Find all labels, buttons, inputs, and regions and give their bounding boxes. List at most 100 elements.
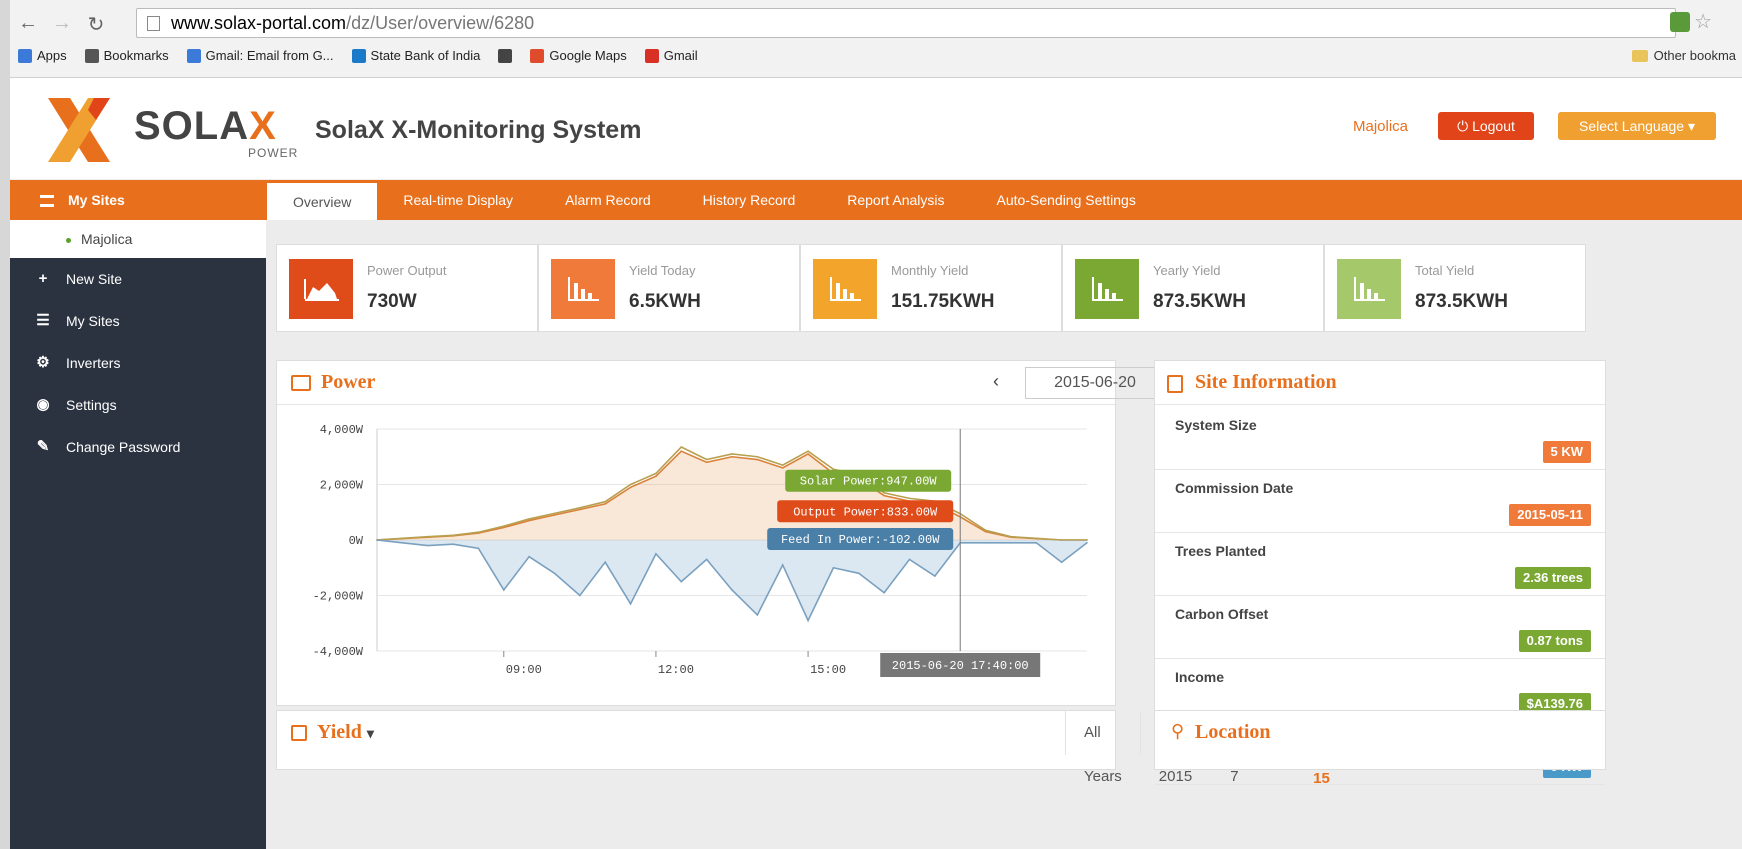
- url-host: www.solax-portal.com: [171, 13, 347, 33]
- site-info-label: Trees Planted: [1175, 543, 1267, 559]
- data-point: [502, 589, 505, 591]
- data-point: [426, 544, 429, 547]
- bar-chart-icon: [291, 725, 307, 741]
- data-point: [629, 483, 632, 486]
- bookmark-item[interactable]: Bookmarks: [84, 48, 169, 63]
- bookmark-item[interactable]: Gmail: Email from G...: [186, 48, 334, 63]
- other-bookmarks-label: Other bookma: [1653, 48, 1736, 63]
- list-icon: [40, 195, 54, 208]
- sidebar-item-change-password[interactable]: ✎ Change Password: [10, 426, 266, 468]
- yield-tab[interactable]: All Years: [1065, 711, 1140, 785]
- sidebar-item-inverters[interactable]: ⚙ Inverters: [10, 342, 266, 384]
- data-point: [680, 446, 683, 448]
- yield-title[interactable]: Yield ▾: [317, 721, 374, 744]
- tooltip-output: Output Power:833.00W: [777, 500, 954, 523]
- sidebar-item-label: New Site: [66, 271, 123, 287]
- data-point: [984, 541, 987, 544]
- tab-real-time-display[interactable]: Real-time Display: [377, 180, 539, 220]
- data-point: [1035, 541, 1038, 544]
- data-point: [502, 525, 505, 527]
- data-point: [426, 535, 429, 538]
- bar-glyph: [1092, 277, 1123, 301]
- summary-card-total-yield: Total Yield 873.5KWH: [1324, 244, 1586, 332]
- data-point: [1010, 535, 1012, 538]
- bookmark-icon: [84, 48, 99, 63]
- tooltip-text: Output Power:833.00W: [793, 505, 938, 519]
- reload-icon[interactable]: ↻: [86, 12, 106, 37]
- bookmark-item[interactable]: Gmail: [644, 48, 698, 63]
- bookmark-item[interactable]: Apps: [18, 48, 67, 63]
- data-point: [984, 529, 987, 532]
- forward-arrow-icon[interactable]: →: [52, 12, 72, 37]
- sidebar-item-my-sites[interactable]: ☰ My Sites: [10, 300, 266, 342]
- chart-icon: [291, 375, 311, 391]
- bar-chart-icon: [813, 259, 877, 319]
- site-info-label: Carbon Offset: [1175, 606, 1269, 622]
- bookmark-item[interactable]: [498, 48, 513, 63]
- my-sites-header[interactable]: My Sites: [10, 180, 266, 220]
- site-info-title: Site Information: [1195, 371, 1337, 393]
- data-point: [857, 572, 860, 575]
- prev-date-button[interactable]: ‹: [993, 371, 999, 392]
- data-point: [705, 458, 708, 461]
- star-icon[interactable]: ☆: [1694, 12, 1712, 32]
- bookmark-icon: [530, 48, 545, 63]
- data-point: [528, 518, 530, 520]
- extension-icon[interactable]: [1670, 12, 1691, 32]
- solax-logo: SOLAX POWER: [48, 98, 297, 162]
- tab-alarm-record[interactable]: Alarm Record: [539, 180, 677, 220]
- bookmark-icon: [18, 48, 32, 63]
- tab-overview[interactable]: Overview: [267, 180, 378, 220]
- card-label: Monthly Yield: [891, 263, 969, 278]
- date-picker[interactable]: 2015-06-20: [1025, 367, 1165, 399]
- yield-title-text: Yield: [317, 721, 362, 743]
- yield-panel: Yield ▾ All YearsYear: 2015Month: 7Day: …: [276, 710, 1364, 787]
- summary-card-power-output: Power Output 730W: [276, 244, 538, 332]
- data-point: [934, 575, 936, 577]
- back-arrow-icon[interactable]: ←: [18, 12, 38, 37]
- sidebar-item-new-site[interactable]: + New Site: [10, 258, 266, 300]
- tab-report-analysis[interactable]: Report Analysis: [821, 180, 970, 220]
- bookmark-item[interactable]: Google Maps: [530, 48, 627, 63]
- bullet-icon: [66, 237, 71, 243]
- app-title: SolaX X-Monitoring System: [315, 116, 642, 144]
- card-label: Yearly Yield: [1153, 263, 1221, 278]
- series-area: [377, 540, 1087, 621]
- site-info-value: 0.87 tons: [1518, 630, 1591, 652]
- y-tick-label: 4,000W: [320, 423, 364, 437]
- url-path: /dz/User/overview/6280: [346, 13, 535, 33]
- logout-button[interactable]: ⏻ Logout: [1438, 112, 1534, 140]
- tab-history-record[interactable]: History Record: [677, 180, 822, 220]
- site-info-value: 5 KW: [1542, 441, 1591, 463]
- y-tick-label: 2,000W: [320, 479, 364, 493]
- x-tick-label: 12:00: [658, 663, 694, 677]
- address-bar[interactable]: www.solax-portal.com/dz/User/overview/62…: [136, 8, 1676, 38]
- bookmark-item[interactable]: State Bank of India: [351, 48, 480, 63]
- browser-nav: ← → ↻: [18, 12, 106, 37]
- data-point: [401, 541, 404, 544]
- sidebar-item-label: My Sites: [66, 313, 120, 329]
- user-name-link[interactable]: Majolica: [1353, 118, 1408, 135]
- card-label: Total Yield: [1415, 263, 1475, 278]
- other-bookmarks[interactable]: Other bookma: [1631, 48, 1736, 63]
- power-chart[interactable]: 4,000W 2,000W 0W -2,000W -4,000W 09:00 12:00 15…: [277, 407, 1115, 707]
- tab-auto-sending-settings[interactable]: Auto-Sending Settings: [971, 180, 1162, 220]
- language-select[interactable]: Select Language ▾: [1558, 112, 1716, 140]
- sidebar-item-settings[interactable]: ◉ Settings: [10, 384, 266, 426]
- summary-card-monthly-yield: Monthly Yield 151.75KWH: [800, 244, 1062, 332]
- browser-window: ← → ↻ www.solax-portal.com/dz/User/overv…: [10, 0, 1742, 849]
- main-tabs: Overview Real-time Display Alarm Record His…: [267, 180, 1162, 220]
- sidebar-site-item[interactable]: Majolica: [10, 220, 266, 258]
- data-point: [604, 561, 607, 563]
- brand-text: SOLA: [134, 104, 250, 148]
- site-info-row: System Size 5 KW: [1155, 407, 1605, 470]
- app-header: SOLAX POWER SolaX X-Monitoring System Ma…: [10, 78, 1742, 180]
- data-point: [477, 547, 480, 550]
- bookmark-label: Bookmarks: [103, 48, 169, 63]
- site-info-label: System Size: [1175, 417, 1257, 433]
- map-pin-icon: ⚲: [1171, 721, 1185, 741]
- data-point: [705, 558, 708, 561]
- caret-down-icon: ▾: [1687, 118, 1695, 134]
- bookmark-icon: [644, 48, 659, 63]
- site-info-label: Income: [1175, 669, 1225, 685]
